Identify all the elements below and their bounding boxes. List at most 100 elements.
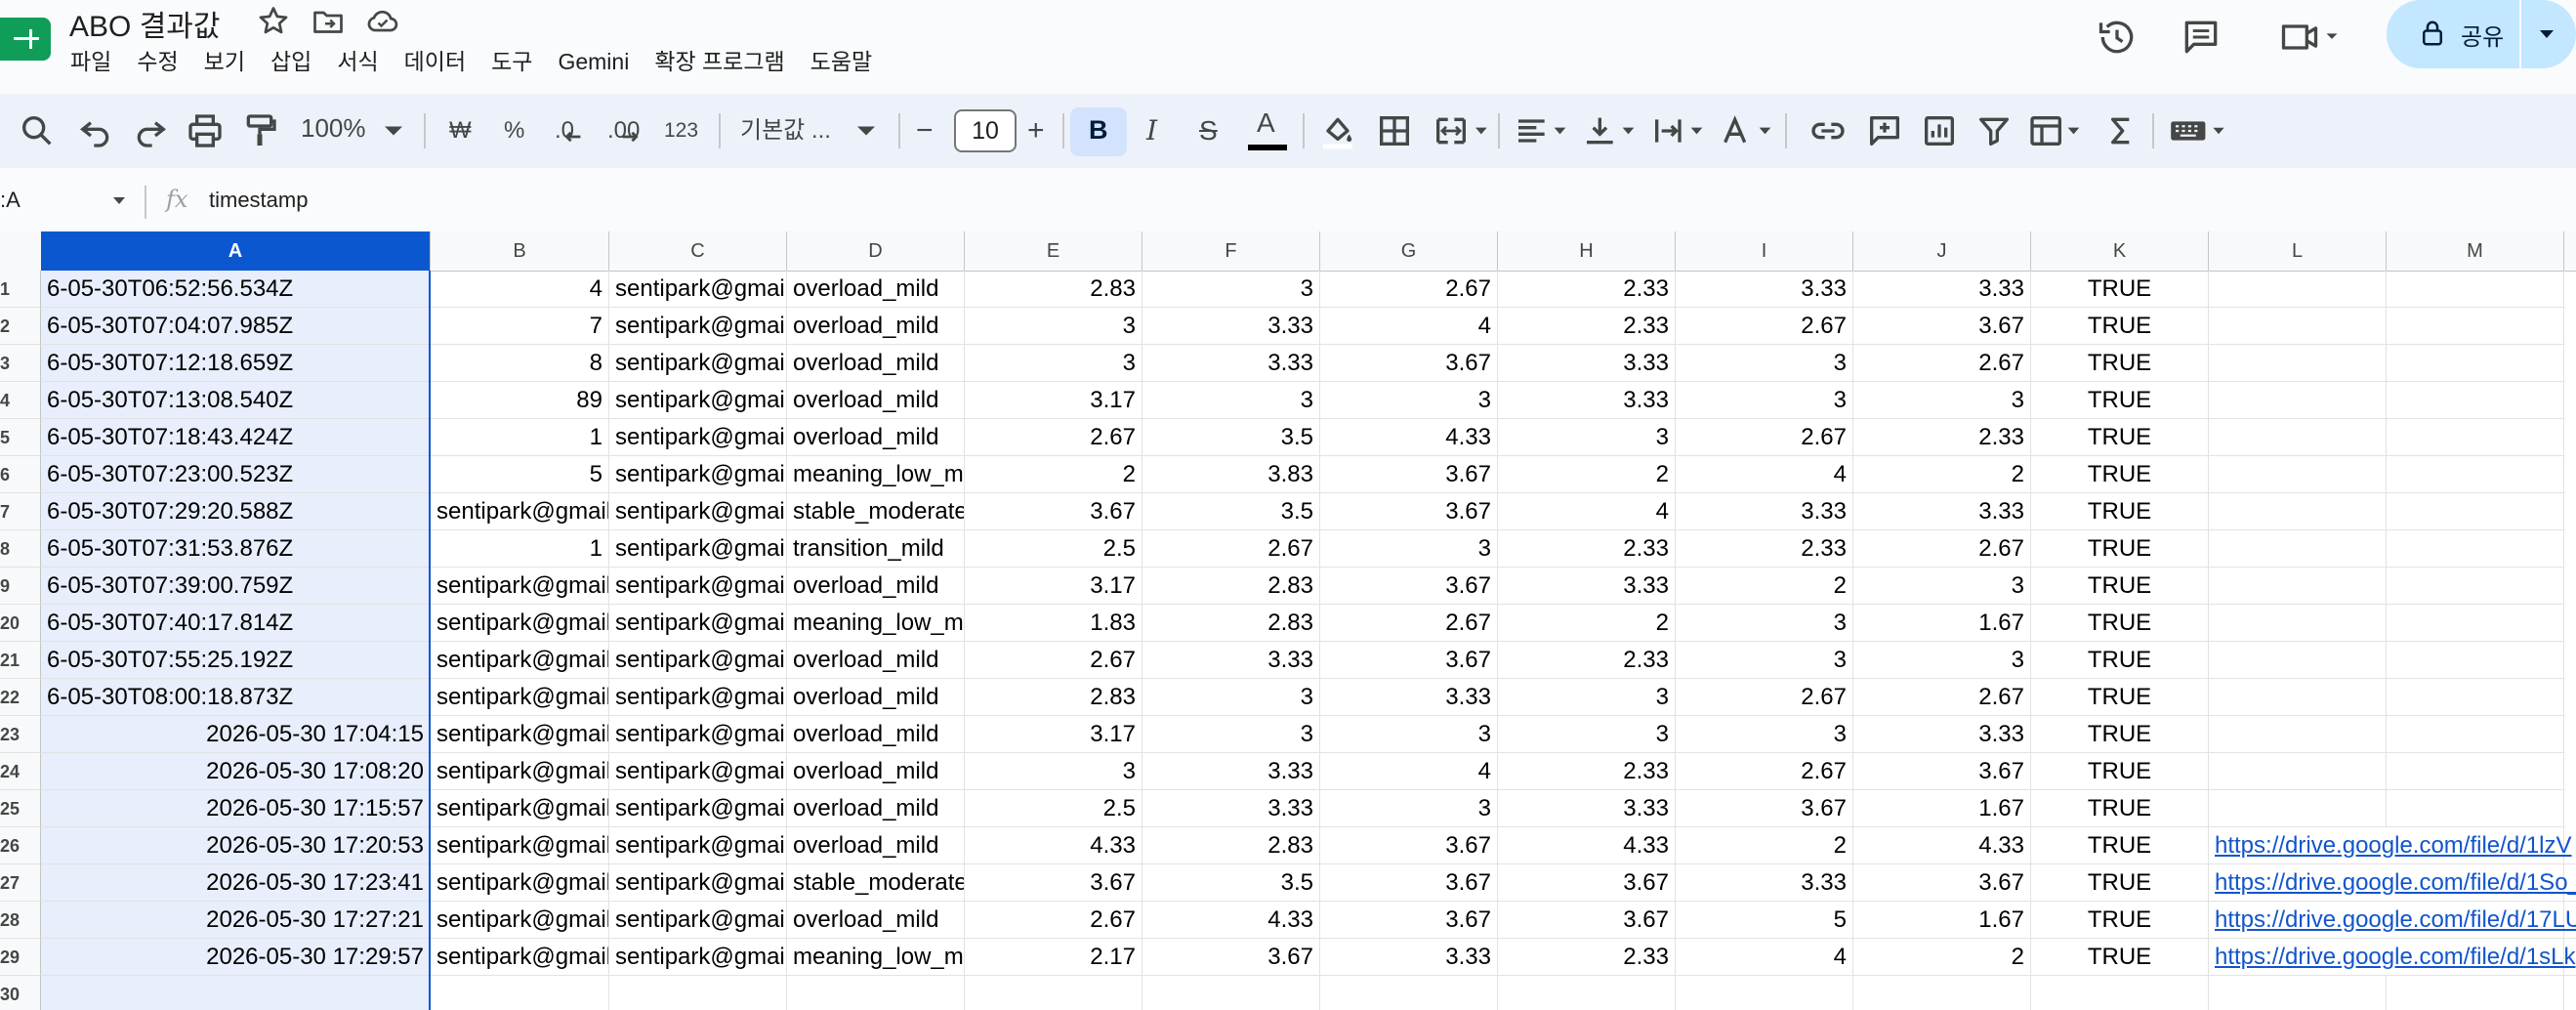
cell-l[interactable] xyxy=(2209,345,2387,382)
row-header[interactable]: 1 xyxy=(0,271,41,308)
cell-m[interactable] xyxy=(2387,456,2564,493)
cell-k[interactable]: TRUE xyxy=(2031,827,2209,864)
cell-d[interactable]: overload_mild xyxy=(787,568,965,605)
cell-d[interactable]: overload_mild xyxy=(787,716,965,753)
cell-b[interactable]: 8 xyxy=(431,345,609,382)
cell-k[interactable] xyxy=(2031,976,2209,1010)
cell-e[interactable] xyxy=(965,976,1143,1010)
cell-c[interactable]: sentipark@gmail xyxy=(609,530,787,568)
functions-icon[interactable] xyxy=(2101,111,2140,150)
row-header[interactable]: 6 xyxy=(0,456,41,493)
font-size-increase-button[interactable]: + xyxy=(1027,113,1045,148)
cell-g[interactable]: 3.67 xyxy=(1320,456,1498,493)
cell-b[interactable]: 4 xyxy=(431,271,609,308)
row-header[interactable]: 2 xyxy=(0,308,41,345)
cell-c[interactable]: sentipark@gmail xyxy=(609,790,787,827)
column-header-j[interactable]: J xyxy=(1853,231,2031,271)
print-icon[interactable] xyxy=(186,111,225,150)
cell-i[interactable]: 2 xyxy=(1676,827,1853,864)
cell-l[interactable] xyxy=(2209,493,2387,530)
insert-chart-icon[interactable] xyxy=(1920,111,1959,150)
cell-g[interactable]: 3 xyxy=(1320,716,1498,753)
cell-m[interactable] xyxy=(2387,271,2564,308)
cell-i[interactable]: 2.67 xyxy=(1676,679,1853,716)
cell-a[interactable]: 2026-05-30 17:29:57 xyxy=(41,939,431,976)
cell-h[interactable]: 2.33 xyxy=(1498,308,1676,345)
cell-k[interactable]: TRUE xyxy=(2031,939,2209,976)
cell-k[interactable]: TRUE xyxy=(2031,716,2209,753)
filter-views-icon[interactable] xyxy=(2027,111,2086,150)
cell-k[interactable]: TRUE xyxy=(2031,345,2209,382)
cell-k[interactable]: TRUE xyxy=(2031,753,2209,790)
cell-k[interactable]: TRUE xyxy=(2031,679,2209,716)
cell-a[interactable]: 2026-05-30 17:15:57 xyxy=(41,790,431,827)
insert-comment-icon[interactable] xyxy=(1865,111,1904,150)
cell-a[interactable]: 6-05-30T07:12:18.659Z xyxy=(41,345,431,382)
cell-i[interactable]: 3 xyxy=(1676,716,1853,753)
cell-g[interactable]: 3 xyxy=(1320,382,1498,419)
row-header[interactable]: 24 xyxy=(0,753,41,790)
cell-d[interactable]: overload_mild xyxy=(787,790,965,827)
cell-b[interactable]: sentipark@gmail xyxy=(431,642,609,679)
cell-l[interactable] xyxy=(2209,456,2387,493)
cell-l[interactable] xyxy=(2209,679,2387,716)
chevron-down-icon[interactable] xyxy=(2537,25,2556,43)
text-wrapping-icon[interactable] xyxy=(1650,111,1709,150)
cell-a[interactable]: 6-05-30T07:31:53.876Z xyxy=(41,530,431,568)
row-header[interactable]: 29 xyxy=(0,939,41,976)
cell-j[interactable]: 2.67 xyxy=(1853,530,2031,568)
cell-l[interactable] xyxy=(2209,382,2387,419)
cell-b[interactable]: sentipark@gmail xyxy=(431,605,609,642)
cell-a[interactable]: 6-05-30T08:00:18.873Z xyxy=(41,679,431,716)
cell-c[interactable]: sentipark@gmail xyxy=(609,864,787,902)
cell-l[interactable] xyxy=(2209,753,2387,790)
cell-f[interactable]: 3.33 xyxy=(1143,790,1320,827)
cell-f[interactable]: 3.5 xyxy=(1143,493,1320,530)
cell-m[interactable] xyxy=(2387,976,2564,1010)
cell-k[interactable]: TRUE xyxy=(2031,568,2209,605)
cell-h[interactable] xyxy=(1498,976,1676,1010)
cell-b[interactable]: sentipark@gmail xyxy=(431,493,609,530)
cell-i[interactable]: 2.67 xyxy=(1676,419,1853,456)
cell-a[interactable] xyxy=(41,976,431,1010)
paint-format-icon[interactable] xyxy=(240,111,279,150)
row-header[interactable]: 9 xyxy=(0,568,41,605)
cell-m[interactable] xyxy=(2387,605,2564,642)
merge-cells-icon[interactable] xyxy=(1432,111,1490,150)
cell-b[interactable]: sentipark@gmail xyxy=(431,716,609,753)
menu-tools[interactable]: 도구 xyxy=(491,45,546,78)
cell-h[interactable]: 3 xyxy=(1498,679,1676,716)
cell-g[interactable] xyxy=(1320,976,1498,1010)
cell-j[interactable]: 3.67 xyxy=(1853,308,2031,345)
cell-j[interactable]: 2.67 xyxy=(1853,345,2031,382)
cell-l[interactable] xyxy=(2209,308,2387,345)
name-box-caret-icon[interactable] xyxy=(111,195,127,207)
column-header-l[interactable]: L xyxy=(2209,231,2387,271)
meet-video-icon[interactable] xyxy=(2275,16,2346,59)
cell-a[interactable]: 6-05-30T06:52:56.534Z xyxy=(41,271,431,308)
cell-h[interactable]: 2.33 xyxy=(1498,271,1676,308)
version-history-icon[interactable] xyxy=(2096,16,2139,59)
redo-icon[interactable] xyxy=(131,111,170,150)
cell-l[interactable] xyxy=(2209,605,2387,642)
menu-gemini[interactable]: Gemini xyxy=(558,45,643,78)
cell-c[interactable]: sentipark@gmail xyxy=(609,679,787,716)
percent-format-button[interactable]: % xyxy=(504,113,524,148)
cell-d[interactable]: overload_mild xyxy=(787,753,965,790)
font-family-caret-icon[interactable] xyxy=(852,111,881,150)
cell-c[interactable] xyxy=(609,976,787,1010)
cell-h[interactable]: 4 xyxy=(1498,493,1676,530)
cell-a[interactable]: 6-05-30T07:23:00.523Z xyxy=(41,456,431,493)
menu-view[interactable]: 보기 xyxy=(204,45,259,78)
cell-k[interactable]: TRUE xyxy=(2031,902,2209,939)
cell-k[interactable]: TRUE xyxy=(2031,456,2209,493)
cell-c[interactable]: sentipark@gmail xyxy=(609,419,787,456)
column-header-i[interactable]: I xyxy=(1676,231,1853,271)
font-size-decrease-button[interactable]: − xyxy=(916,113,934,148)
cell-h[interactable]: 3.67 xyxy=(1498,864,1676,902)
cell-b[interactable]: 5 xyxy=(431,456,609,493)
cell-d[interactable]: transition_mild xyxy=(787,530,965,568)
cell-j[interactable]: 3 xyxy=(1853,642,2031,679)
cell-h[interactable]: 2.33 xyxy=(1498,753,1676,790)
filter-icon[interactable] xyxy=(1974,111,2014,150)
